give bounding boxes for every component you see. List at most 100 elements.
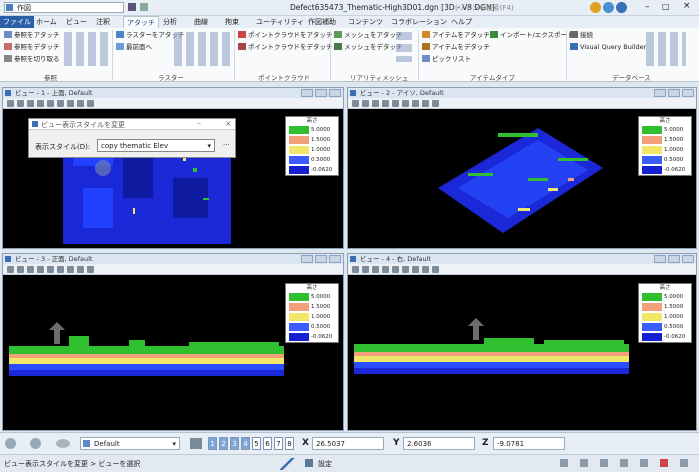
fence-icon[interactable] [640, 459, 648, 467]
forward-icon[interactable] [30, 438, 41, 449]
filter-icon[interactable] [600, 459, 608, 467]
view-maximize-button[interactable] [668, 89, 680, 97]
attach-mesh-button[interactable]: メッシュをアタッチ [334, 31, 403, 40]
view-next-icon[interactable] [77, 266, 84, 273]
zoom-out-icon[interactable] [372, 266, 379, 273]
tab-view[interactable]: ビュー [63, 16, 90, 28]
tab-curves[interactable]: 曲線 [191, 16, 211, 28]
view-close-button[interactable] [329, 89, 341, 97]
tab-utilities[interactable]: ユーティリティ [253, 16, 307, 28]
ribbon-search[interactable]: (リボンを検索(F4) [455, 3, 514, 13]
view-toggle-2[interactable]: 2 [219, 437, 228, 450]
tab-help[interactable]: ヘルプ [448, 16, 475, 28]
display-style-icon[interactable] [432, 266, 439, 273]
minimize-icon[interactable]: – [645, 2, 650, 12]
tab-collaboration[interactable]: コラボレーション [388, 16, 450, 28]
fit-view-icon[interactable] [382, 100, 389, 107]
view-attributes-icon[interactable] [7, 266, 14, 273]
fit-view-icon[interactable] [37, 266, 44, 273]
rotate-icon[interactable] [47, 100, 54, 107]
help-icon[interactable] [603, 2, 614, 13]
save-icon[interactable] [128, 3, 136, 11]
clip-reference-button[interactable]: 参照を切り取る [4, 55, 60, 64]
alert-icon[interactable] [660, 459, 668, 467]
fit-view-icon[interactable] [382, 266, 389, 273]
view-minimize-button[interactable] [654, 89, 666, 97]
zoom-out-icon[interactable] [372, 100, 379, 107]
fit-view-icon[interactable] [37, 100, 44, 107]
picklist-button[interactable]: ピックリスト [422, 55, 471, 64]
view-minimize-button[interactable] [654, 255, 666, 263]
view-close-button[interactable] [682, 89, 694, 97]
view-next-icon[interactable] [422, 266, 429, 273]
view-previous-icon[interactable] [67, 100, 74, 107]
grid-icon[interactable] [620, 459, 628, 467]
tab-content[interactable]: コンテンツ [345, 16, 386, 28]
bring-front-button[interactable]: 最前面へ [116, 43, 152, 52]
dialog-close-icon[interactable]: × [225, 119, 232, 128]
view-maximize-button[interactable] [315, 89, 327, 97]
display-style-select[interactable]: copy thematic Elev ▾ [97, 139, 215, 152]
attach-reference-button[interactable]: 参照をアタッチ [4, 31, 60, 40]
zoom-in-icon[interactable] [17, 266, 24, 273]
mesh-tools-icons[interactable] [396, 32, 412, 62]
rotate-icon[interactable] [47, 266, 54, 273]
zoom-in-icon[interactable] [362, 266, 369, 273]
tab-attach[interactable]: アタッチ [123, 16, 159, 28]
pan-icon[interactable] [57, 100, 64, 107]
zoom-out-icon[interactable] [27, 100, 34, 107]
notification-icon[interactable] [590, 2, 601, 13]
detach-pointcloud-button[interactable]: ポイントクラウドをデタッチ [238, 43, 333, 52]
detach-mesh-button[interactable]: メッシュをデタッチ [334, 43, 403, 52]
view-previous-icon[interactable] [412, 266, 419, 273]
view-previous-icon[interactable] [412, 100, 419, 107]
zoom-in-icon[interactable] [362, 100, 369, 107]
view-close-button[interactable] [329, 255, 341, 263]
tab-annotate[interactable]: 注釈 [93, 16, 113, 28]
view-close-button[interactable] [682, 255, 694, 263]
view-minimize-button[interactable] [301, 89, 313, 97]
lock-icon[interactable] [580, 459, 588, 467]
display-style-icon[interactable] [87, 100, 94, 107]
view-toggle-7[interactable]: 7 [274, 437, 283, 450]
view-groups-icon[interactable] [190, 438, 202, 449]
pan-icon[interactable] [402, 100, 409, 107]
more-options-button[interactable]: ... [223, 139, 230, 147]
pan-icon[interactable] [402, 266, 409, 273]
view-toggle-3[interactable]: 3 [230, 437, 239, 450]
snap-icon[interactable] [276, 458, 298, 470]
z-coordinate-field[interactable]: -9.0781 [493, 437, 565, 450]
undo-icon[interactable] [140, 3, 148, 11]
visual-query-builder-button[interactable]: Visual Query Builder [570, 43, 646, 52]
detach-item-button[interactable]: アイテムをデタッチ [422, 43, 490, 52]
message-icon[interactable] [560, 459, 568, 467]
level-select[interactable]: Default ▾ [80, 437, 180, 450]
tab-file[interactable]: ファイル [0, 16, 34, 28]
x-coordinate-field[interactable]: 26.5037 [312, 437, 384, 450]
view-toggle-8[interactable]: 8 [285, 437, 294, 450]
settings-icon[interactable] [305, 459, 313, 467]
view-attributes-icon[interactable] [7, 100, 14, 107]
tab-home[interactable]: ホーム [33, 16, 60, 28]
tab-analysis[interactable]: 分析 [160, 16, 180, 28]
view-toggle-4[interactable]: 4 [241, 437, 250, 450]
zoom-in-icon[interactable] [17, 100, 24, 107]
attach-pointcloud-button[interactable]: ポイントクラウドをアタッチ [238, 31, 333, 40]
reference-tools-icons[interactable] [64, 32, 108, 66]
cloud-icon[interactable] [56, 439, 70, 448]
raster-tools-icons[interactable] [174, 32, 230, 66]
tab-drawing-aids[interactable]: 作図補助 [305, 16, 339, 28]
database-tools-icons[interactable] [646, 32, 686, 66]
pan-icon[interactable] [57, 266, 64, 273]
rotate-icon[interactable] [392, 266, 399, 273]
back-icon[interactable] [5, 438, 16, 449]
detach-reference-button[interactable]: 参照をデタッチ [4, 43, 60, 52]
view-toggle-1[interactable]: 1 [208, 437, 217, 450]
view-next-icon[interactable] [77, 100, 84, 107]
close-icon[interactable]: × [683, 1, 691, 11]
view-previous-icon[interactable] [67, 266, 74, 273]
zoom-out-icon[interactable] [27, 266, 34, 273]
workspace-selector[interactable]: 作図 [4, 2, 124, 13]
view-maximize-button[interactable] [315, 255, 327, 263]
attach-item-button[interactable]: アイテムをアタッチ [422, 31, 490, 40]
